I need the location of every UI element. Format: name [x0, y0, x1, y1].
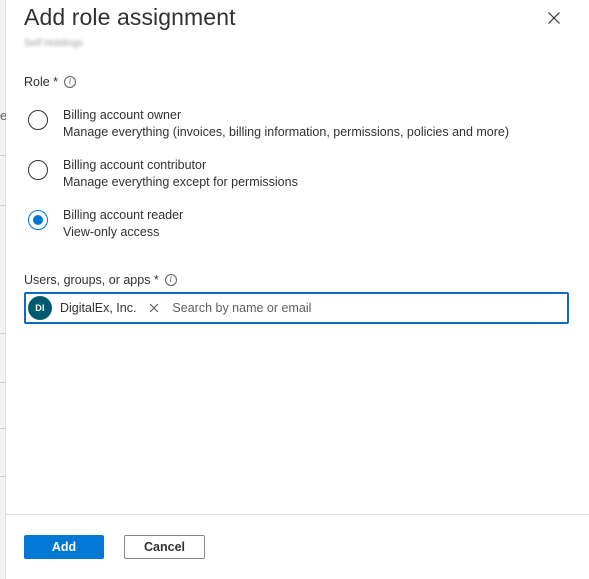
role-option-description: Manage everything except for permissions: [63, 175, 298, 189]
add-button[interactable]: Add: [24, 535, 104, 559]
remove-selection-button[interactable]: [146, 300, 162, 316]
role-option-title: Billing account owner: [63, 108, 182, 122]
cancel-button[interactable]: Cancel: [124, 535, 205, 559]
add-role-assignment-panel: Add role assignment Self Holdings Role *…: [6, 0, 589, 579]
role-option-billing-account-contributor[interactable]: Billing account contributor Manage every…: [26, 158, 566, 198]
close-icon: [150, 303, 159, 313]
radio-button[interactable]: [28, 110, 48, 130]
role-option-billing-account-owner[interactable]: Billing account owner Manage everything …: [26, 108, 566, 148]
selected-user-name: DigitalEx, Inc.: [60, 301, 137, 315]
selected-user-chip: DI DigitalEx, Inc.: [28, 296, 166, 320]
close-icon: [548, 12, 560, 24]
radio-button[interactable]: [28, 160, 48, 180]
users-field-label: Users, groups, or apps * i: [24, 273, 177, 287]
info-icon[interactable]: i: [164, 274, 177, 286]
panel-title: Add role assignment: [24, 4, 236, 30]
panel-subtitle: Self Holdings: [24, 38, 83, 49]
footer-divider: [6, 514, 589, 515]
role-option-description: Manage everything (invoices, billing inf…: [63, 125, 510, 139]
avatar: DI: [28, 296, 52, 320]
close-button[interactable]: [544, 8, 564, 28]
search-input[interactable]: [172, 301, 567, 315]
users-label-text: Users, groups, or apps *: [24, 273, 159, 287]
info-icon[interactable]: i: [64, 76, 77, 88]
role-option-title: Billing account reader: [63, 208, 184, 222]
role-option-billing-account-reader[interactable]: Billing account reader View-only access: [26, 208, 566, 248]
role-label-text: Role *: [24, 75, 59, 89]
role-field-label: Role * i: [24, 75, 77, 89]
radio-button-selected[interactable]: [28, 210, 48, 230]
role-option-title: Billing account contributor: [63, 158, 207, 172]
people-picker[interactable]: DI DigitalEx, Inc.: [24, 292, 569, 324]
role-option-description: View-only access: [63, 225, 160, 239]
